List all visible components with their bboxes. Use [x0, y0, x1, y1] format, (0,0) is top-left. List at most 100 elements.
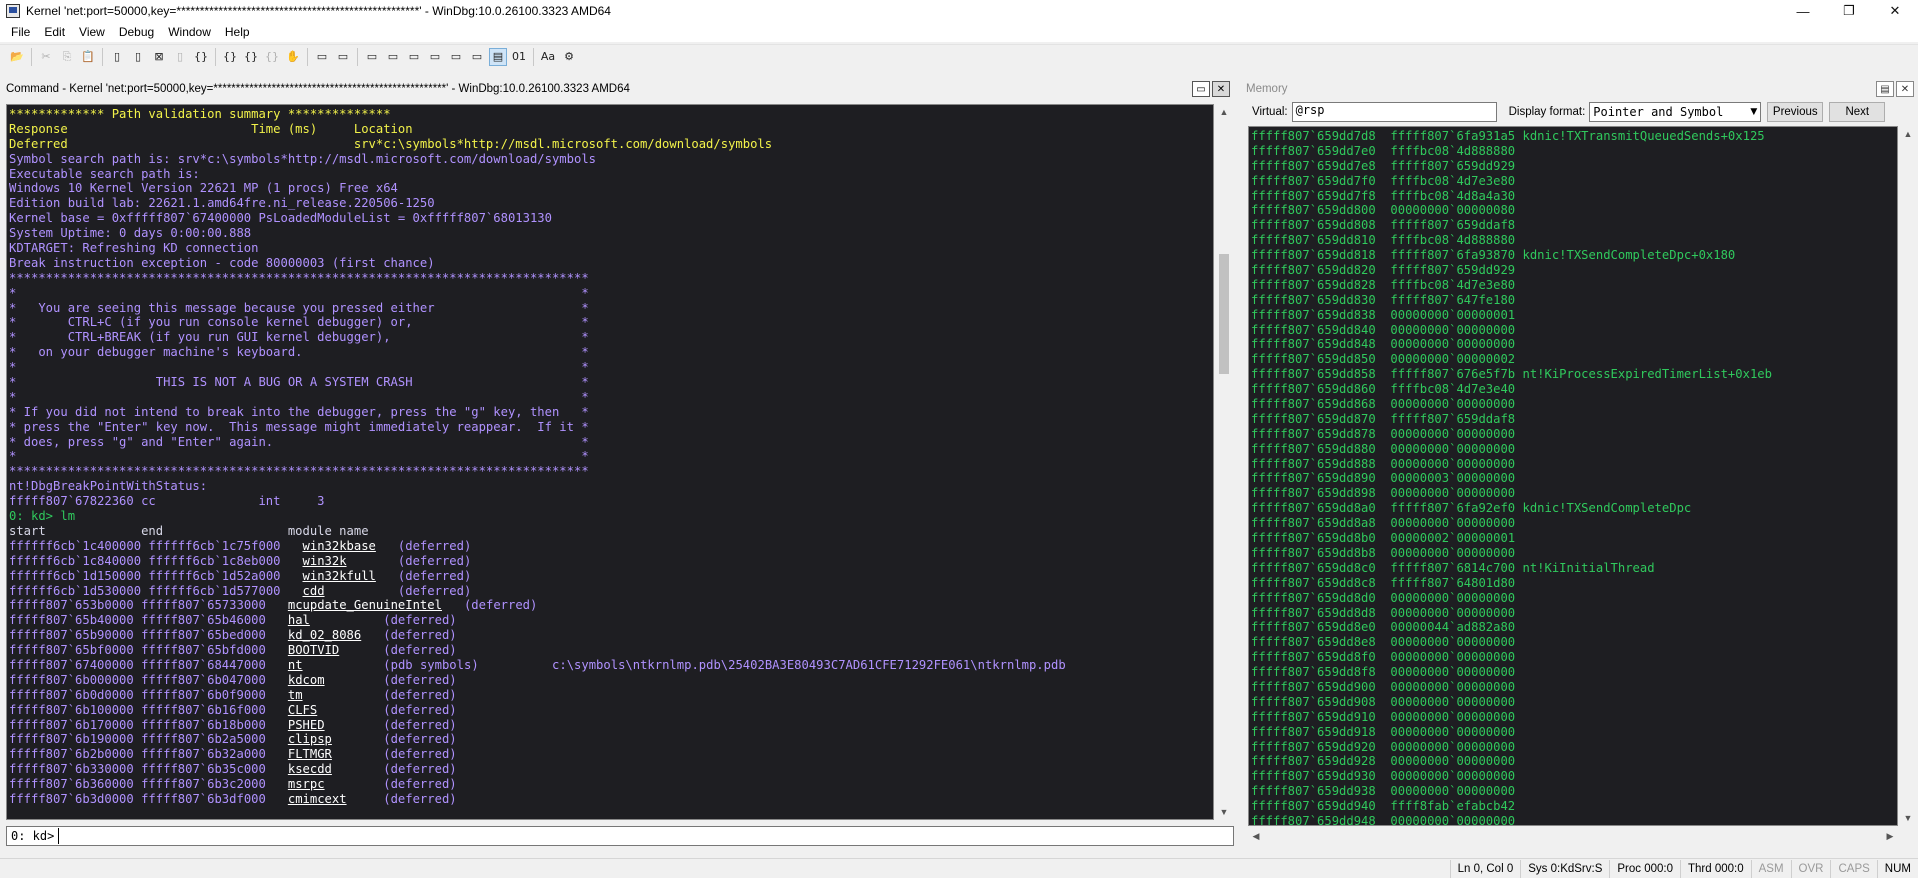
- memory-vertical-scrollbar[interactable]: ▲ ▼: [1900, 126, 1916, 826]
- output-line: nt!DbgBreakPointWithStatus:: [9, 479, 208, 494]
- scroll-down-icon[interactable]: ▼: [1216, 804, 1232, 820]
- virtual-address-input[interactable]: @rsp: [1291, 102, 1497, 122]
- memory-row: fffff807`659dd818 fffff807`6fa93870 kdni…: [1251, 248, 1736, 263]
- module-name-link[interactable]: mcupdate_GenuineIntel: [288, 598, 442, 612]
- module-name-link[interactable]: msrpc: [288, 777, 325, 791]
- scratch-pad-icon[interactable]: ▭: [468, 48, 486, 66]
- module-name-link[interactable]: ksecdd: [288, 762, 332, 776]
- maximize-button[interactable]: ❐: [1826, 0, 1872, 22]
- module-name-link[interactable]: nt: [288, 658, 303, 672]
- menu-debug[interactable]: Debug: [112, 22, 161, 42]
- memory-row: fffff807`659dd7e8 fffff807`659dd929: [1251, 158, 1516, 173]
- module-row: fffff807`67400000 fffff807`68447000 nt (…: [9, 658, 1213, 673]
- module-name-link[interactable]: win32k: [303, 554, 347, 568]
- menu-view[interactable]: View: [72, 22, 112, 42]
- module-name-link[interactable]: kdcom: [288, 673, 325, 687]
- step-out-icon[interactable]: {}: [242, 48, 260, 66]
- module-name-link[interactable]: BOOTVID: [288, 643, 339, 657]
- close-button[interactable]: ✕: [1872, 0, 1918, 22]
- go-icon[interactable]: ▯: [108, 48, 126, 66]
- module-name-link[interactable]: CLFS: [288, 703, 317, 717]
- menu-edit[interactable]: Edit: [37, 22, 72, 42]
- output-line: * press the "Enter" key now. This messag…: [9, 419, 589, 434]
- registers-window-icon[interactable]: ▭: [384, 48, 402, 66]
- virtual-label: Virtual:: [1252, 106, 1288, 118]
- source-mode-icon[interactable]: ▤: [489, 47, 507, 66]
- memory-window-close-icon[interactable]: ✕: [1896, 81, 1914, 97]
- memory-window-menu-icon[interactable]: ▤: [1876, 81, 1894, 97]
- copy-icon[interactable]: ⎘: [58, 48, 76, 66]
- module-row: fffff807`6b170000 fffff807`6b18b000 PSHE…: [9, 718, 1213, 733]
- module-end: fffff807`65bed000: [141, 628, 266, 643]
- module-name-link[interactable]: clipsp: [288, 732, 332, 746]
- scrollbar-thumb[interactable]: [1219, 254, 1229, 374]
- watch-window-icon[interactable]: ▭: [334, 48, 352, 66]
- output-line: * *: [9, 285, 589, 300]
- scroll-up-icon[interactable]: ▲: [1216, 104, 1232, 120]
- locals-window-icon[interactable]: ▭: [363, 48, 381, 66]
- command-window-title: Command - Kernel 'net:port=50000,key=***…: [6, 83, 630, 95]
- module-name-link[interactable]: win32kbase: [303, 539, 376, 553]
- font-icon[interactable]: Aa: [539, 48, 557, 66]
- scroll-up-icon[interactable]: ▲: [1900, 126, 1916, 142]
- memory-row: fffff807`659dd860 ffffbc08`4d7e3e40: [1251, 382, 1516, 397]
- options-icon[interactable]: ⚙: [560, 48, 578, 66]
- hex-mode-icon[interactable]: 01: [510, 48, 528, 66]
- memory-horizontal-scrollbar[interactable]: ◀ ▶: [1248, 828, 1898, 844]
- step-into-icon[interactable]: {}: [192, 48, 210, 66]
- toolbar-separator: [533, 47, 534, 66]
- module-name-link[interactable]: kd_02_8086: [288, 628, 361, 642]
- status-system: Sys 0:KdSrv:S: [1520, 859, 1609, 878]
- cut-icon[interactable]: ✂: [37, 48, 55, 66]
- module-status: (deferred): [383, 717, 457, 732]
- module-start: ffffff6cb`1c400000: [9, 538, 142, 553]
- menu-file[interactable]: File: [4, 22, 37, 42]
- module-start: ffffff6cb`1d150000: [9, 568, 142, 583]
- module-name-link[interactable]: tm: [288, 688, 303, 702]
- module-name-link[interactable]: hal: [288, 613, 310, 627]
- hand-icon[interactable]: ✋: [284, 48, 302, 66]
- stop-debugging-icon[interactable]: ⊠: [150, 48, 168, 66]
- scroll-down-icon[interactable]: ▼: [1900, 810, 1916, 826]
- disassembly-icon[interactable]: ▭: [447, 48, 465, 66]
- minimize-button[interactable]: —: [1780, 0, 1826, 22]
- memory-output[interactable]: fffff807`659dd7d8 fffff807`6fa931a5 kdni…: [1248, 126, 1898, 826]
- memory-window-icon[interactable]: ▭: [405, 48, 423, 66]
- run-to-cursor-icon[interactable]: {}: [263, 48, 281, 66]
- command-input[interactable]: [58, 828, 959, 844]
- call-stack-icon[interactable]: ▭: [426, 48, 444, 66]
- restart-icon[interactable]: ▯: [129, 48, 147, 66]
- menu-window[interactable]: Window: [161, 22, 218, 42]
- output-line: * *: [9, 360, 589, 375]
- module-name-link[interactable]: FLTMGR: [288, 747, 332, 761]
- command-window-close-icon[interactable]: ✕: [1212, 81, 1230, 97]
- command-window-menu-icon[interactable]: ▭: [1192, 81, 1210, 97]
- module-name-link[interactable]: PSHED: [288, 718, 325, 732]
- module-name-link[interactable]: win32kfull: [303, 569, 376, 583]
- scroll-left-icon[interactable]: ◀: [1248, 828, 1264, 844]
- module-name-link[interactable]: cmimcext: [288, 792, 347, 806]
- module-start: ffffff6cb`1d530000: [9, 583, 142, 598]
- output-line: Windows 10 Kernel Version 22621 MP (1 pr…: [9, 181, 398, 196]
- open-icon[interactable]: 📂: [8, 48, 26, 66]
- next-button[interactable]: Next: [1829, 102, 1886, 122]
- break-icon[interactable]: ▯: [171, 48, 189, 66]
- menu-help[interactable]: Help: [218, 22, 257, 42]
- step-over-icon[interactable]: {}: [221, 48, 239, 66]
- command-output-scrollbar[interactable]: ▲ ▼: [1216, 104, 1232, 820]
- paste-icon[interactable]: 📋: [79, 48, 97, 66]
- display-format-select[interactable]: Pointer and Symbol ▼: [1589, 102, 1762, 122]
- output-line: * If you did not intend to break into th…: [9, 404, 589, 419]
- module-name-link[interactable]: cdd: [303, 584, 325, 598]
- command-window-icon[interactable]: ▭: [313, 48, 331, 66]
- previous-button[interactable]: Previous: [1767, 102, 1824, 122]
- command-output[interactable]: ************* Path validation summary **…: [6, 104, 1214, 820]
- scroll-right-icon[interactable]: ▶: [1882, 828, 1898, 844]
